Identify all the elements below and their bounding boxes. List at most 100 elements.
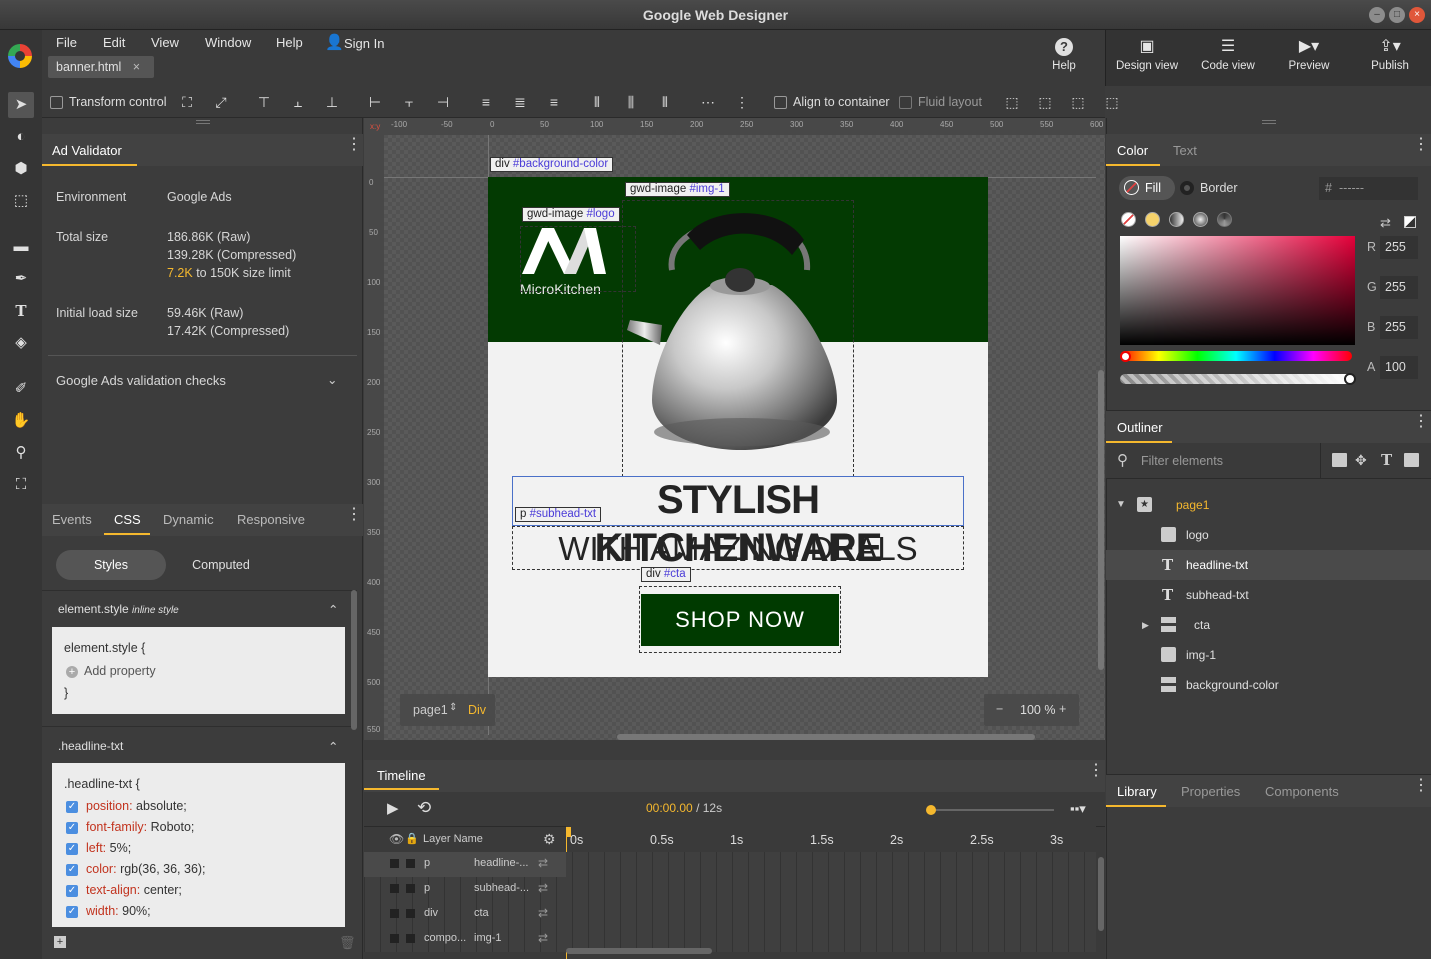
layer-row[interactable]: div cta ⇄	[364, 902, 566, 927]
hue-handle[interactable]	[1120, 351, 1131, 362]
3d-rotation-tool-icon[interactable]: ⬚	[8, 188, 34, 214]
styles-toggle[interactable]: Styles	[56, 550, 166, 580]
checkbox-checked-icon[interactable]: ✓	[66, 821, 78, 834]
match-height-icon[interactable]: ⬚	[1036, 93, 1054, 111]
css-property-row[interactable]: ✓ width: 90%;	[66, 901, 206, 922]
distribute-right-icon[interactable]: ⫴	[656, 93, 674, 111]
hex-input[interactable]: # ------	[1319, 177, 1418, 200]
sign-in-link[interactable]: Sign In	[344, 36, 384, 51]
panel-grip[interactable]	[1262, 120, 1276, 124]
tab-css[interactable]: CSS	[104, 504, 150, 535]
minimize-icon[interactable]: –	[1369, 7, 1385, 23]
cta-button[interactable]: SHOP NOW	[641, 594, 839, 646]
menu-file[interactable]: File	[56, 35, 77, 50]
distribute-top-icon[interactable]: ≡	[477, 93, 495, 111]
tab-properties[interactable]: Properties	[1181, 784, 1240, 799]
selection-tool-icon[interactable]: ➤	[8, 92, 34, 118]
design-view-button[interactable]: ▣ Design view	[1107, 34, 1187, 82]
linear-gradient-swatch-icon[interactable]	[1169, 212, 1184, 227]
visibility-icon[interactable]: 👁	[389, 832, 404, 846]
tag-tool-icon[interactable]: ◐	[8, 124, 34, 150]
scrollbar[interactable]	[351, 590, 357, 730]
outliner-item-img1[interactable]: img-1	[1106, 640, 1431, 670]
view-options-icon[interactable]: ▪▪▾	[1070, 801, 1086, 817]
lock-toggle[interactable]	[406, 884, 415, 893]
add-rule-icon[interactable]: +	[54, 936, 66, 948]
more-options-icon[interactable]: ⋮	[1413, 137, 1429, 153]
align-right-icon[interactable]: ⊣	[434, 93, 452, 111]
vertical-scrollbar[interactable]	[1098, 370, 1104, 670]
more-options-icon[interactable]: ⋮	[1413, 414, 1429, 430]
conic-gradient-swatch-icon[interactable]	[1217, 212, 1232, 227]
gear-icon[interactable]: ⚙	[543, 831, 556, 848]
tab-events[interactable]: Events	[52, 512, 92, 527]
transform-control-checkbox[interactable]	[50, 96, 63, 109]
tab-responsive[interactable]: Responsive	[237, 512, 305, 527]
match-width-icon[interactable]: ⬚	[1003, 93, 1021, 111]
transform-icon[interactable]: ⛶	[178, 93, 196, 111]
tab-dynamic[interactable]: Dynamic	[163, 512, 214, 527]
distribute-vertical-icon[interactable]: ⋮	[733, 93, 751, 111]
visibility-toggle[interactable]	[390, 909, 399, 918]
trash-icon[interactable]: 🗑	[339, 935, 356, 951]
page-selector[interactable]: page1 ⇕ Div	[400, 694, 495, 726]
menu-window[interactable]: Window	[205, 35, 251, 50]
solid-color-swatch-icon[interactable]	[1145, 212, 1160, 227]
visibility-toggle[interactable]	[390, 884, 399, 893]
eraser-tool-icon[interactable]: ▬	[8, 234, 34, 260]
subhead-text[interactable]: WITH AMAZING DEALS	[512, 530, 964, 568]
match-all-icon[interactable]: ⬚	[1103, 93, 1121, 111]
component-filter-icon[interactable]: ✥	[1355, 452, 1367, 469]
fluid-layout-checkbox[interactable]	[899, 96, 912, 109]
fill-tool-icon[interactable]: ◈	[8, 330, 34, 356]
all-filter-icon[interactable]	[1404, 453, 1419, 467]
help-button[interactable]: ? Help	[1024, 34, 1104, 82]
close-tab-icon[interactable]: ×	[133, 56, 140, 78]
outliner-item-background[interactable]: background-color	[1106, 670, 1431, 700]
distribute-horizontal-icon[interactable]: ⋯	[699, 93, 717, 111]
menu-view[interactable]: View	[151, 35, 179, 50]
css-property-row[interactable]: ✓ left: 5%;	[66, 838, 206, 859]
align-to-container-checkbox[interactable]	[774, 96, 787, 109]
link-icon[interactable]: ⇄	[538, 881, 548, 895]
color-picker-tool-icon[interactable]: ✐	[8, 376, 34, 402]
timeline-zoom-slider[interactable]	[930, 809, 1054, 811]
link-icon[interactable]: ⇄	[538, 931, 548, 945]
css-property-row[interactable]: ✓ color: rgb(36, 36, 36);	[66, 859, 206, 880]
zoom-in-button[interactable]: +	[1059, 702, 1066, 716]
tag-logo[interactable]: gwd-image #logo	[522, 207, 620, 222]
expand-icon[interactable]: ▶	[1142, 610, 1149, 640]
zoom-level[interactable]: 100 %	[1020, 703, 1055, 717]
lock-toggle[interactable]	[406, 934, 415, 943]
align-left-icon[interactable]: ⊢	[366, 93, 384, 111]
checkbox-checked-icon[interactable]: ✓	[66, 842, 78, 855]
align-center-icon[interactable]: ⫟	[400, 93, 418, 111]
border-toggle[interactable]: Border	[1200, 181, 1238, 195]
no-color-swatch-icon[interactable]	[1121, 212, 1136, 227]
hand-tool-icon[interactable]: ✋	[8, 408, 34, 434]
outliner-item-cta[interactable]: ▶ cta	[1106, 610, 1431, 640]
distribute-center-icon[interactable]: ⫼	[622, 93, 640, 111]
time-ruler[interactable]: 0s 0.5s 1s 1.5s 2s 2.5s 3s	[566, 826, 1096, 852]
code-view-button[interactable]: ☰ Code view	[1188, 34, 1268, 82]
layer-row[interactable]: p headline-... ⇄	[364, 852, 566, 877]
menu-edit[interactable]: Edit	[103, 35, 125, 50]
border-icon[interactable]	[1180, 181, 1194, 195]
computed-toggle[interactable]: Computed	[166, 550, 276, 580]
checkbox-checked-icon[interactable]: ✓	[66, 905, 78, 918]
tag-img-1[interactable]: gwd-image #img-1	[625, 182, 730, 197]
ad-validator-tab[interactable]: Ad Validator	[42, 134, 137, 166]
slider-handle[interactable]	[926, 805, 936, 815]
lock-toggle[interactable]	[406, 859, 415, 868]
loop-icon[interactable]: ⟲	[417, 798, 431, 818]
b-input[interactable]: 255	[1380, 316, 1418, 339]
maximize-icon[interactable]: □	[1389, 7, 1405, 23]
3d-object-tool-icon[interactable]: ⬢	[8, 156, 34, 182]
tag-cta[interactable]: div #cta	[641, 567, 691, 582]
tag-background-color[interactable]: div #background-color	[490, 157, 614, 172]
align-top-icon[interactable]: ⊤	[255, 93, 273, 111]
logo-selection[interactable]	[520, 226, 636, 292]
filter-input[interactable]: ⚲ Filter elements	[1106, 443, 1320, 479]
panel-grip[interactable]	[196, 120, 210, 124]
css-property-row[interactable]: ✓ font-family: Roboto;	[66, 817, 206, 838]
